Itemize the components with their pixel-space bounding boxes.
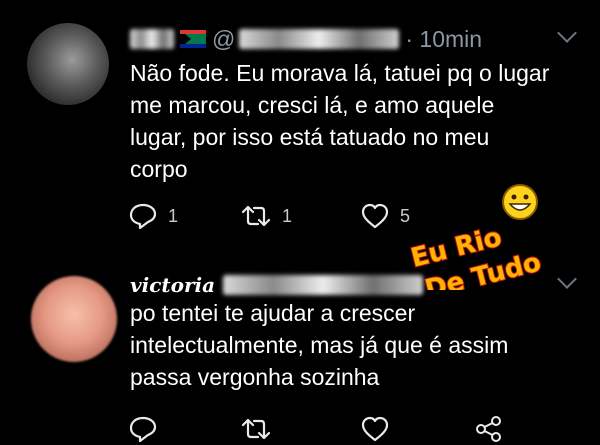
- watermark-logo: Eu Rio De Tudo: [407, 184, 545, 290]
- retweet-icon: [241, 418, 271, 440]
- reply-button[interactable]: 1: [128, 203, 240, 229]
- reply-icon: [129, 203, 157, 229]
- timestamp[interactable]: · 10min: [405, 26, 482, 53]
- share-icon: [476, 416, 501, 442]
- reply-count: 1: [168, 205, 179, 226]
- handle-redacted[interactable]: [223, 275, 424, 295]
- like-button[interactable]: [360, 416, 475, 442]
- reply-icon: [129, 416, 157, 442]
- tweet-actions: 1 1 5: [128, 203, 410, 229]
- retweet-icon: [241, 205, 271, 227]
- tweet-actions: [128, 416, 503, 442]
- avatar[interactable]: [31, 276, 117, 362]
- tweet-text: Não fode. Eu morava lá, tatuei pq o luga…: [130, 60, 550, 182]
- handle-prefix: @: [212, 25, 236, 52]
- heart-icon: [361, 416, 389, 442]
- retweet-count: 1: [282, 205, 293, 226]
- chevron-down-icon[interactable]: [557, 23, 577, 43]
- smiley-icon: [502, 184, 538, 220]
- retweet-button[interactable]: [240, 417, 360, 441]
- avatar[interactable]: [27, 23, 109, 105]
- reply-button[interactable]: [128, 416, 240, 442]
- tweet-text: po tentei te ajudar a crescer intelectua…: [130, 300, 509, 390]
- like-button[interactable]: 5: [360, 203, 410, 229]
- heart-icon: [361, 203, 389, 229]
- south-africa-flag-icon: [180, 30, 206, 48]
- handle-redacted[interactable]: [239, 29, 400, 49]
- display-name[interactable]: victoria: [130, 273, 215, 297]
- tweet-header: @ · 10min: [130, 25, 482, 53]
- retweet-button[interactable]: 1: [240, 204, 360, 228]
- share-button[interactable]: [475, 416, 503, 442]
- display-name-redacted[interactable]: [130, 29, 174, 49]
- tweet-header: victoria: [130, 271, 424, 299]
